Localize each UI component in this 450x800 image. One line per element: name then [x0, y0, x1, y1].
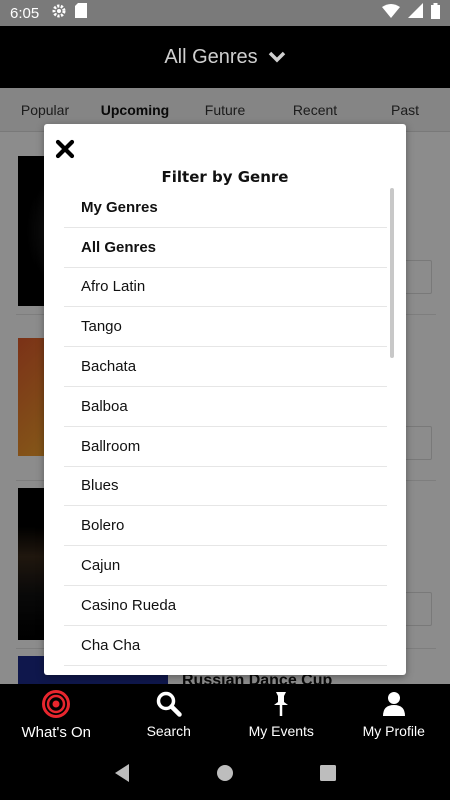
genre-item-casino-rueda[interactable]: Casino Rueda [64, 586, 387, 626]
target-icon [42, 689, 71, 721]
genre-item-tango[interactable]: Tango [64, 307, 387, 348]
back-icon[interactable] [110, 761, 134, 785]
genre-item-all-genres[interactable]: All Genres [64, 228, 387, 268]
nav-my-events[interactable]: My Events [225, 684, 338, 746]
wifi-icon [382, 3, 400, 23]
genre-item-my-genres[interactable]: My Genres [64, 188, 387, 228]
search-icon [156, 691, 182, 720]
sd-card-icon [75, 3, 88, 23]
genre-list: My Genres All Genres Afro Latin Tango Ba… [64, 188, 387, 666]
signal-icon [408, 3, 423, 23]
system-navigation-bar [0, 746, 450, 800]
nav-whats-on[interactable]: What's On [0, 684, 113, 746]
genre-item-afro-latin[interactable]: Afro Latin [64, 268, 387, 308]
genre-dropdown-header[interactable]: All Genres [0, 26, 450, 88]
close-icon[interactable] [54, 138, 76, 160]
dialog-title: Filter by Genre [161, 168, 289, 186]
gear-icon [51, 3, 67, 24]
nav-my-profile[interactable]: My Profile [338, 684, 450, 746]
pin-icon [270, 691, 292, 720]
genre-item-bolero[interactable]: Bolero [64, 506, 387, 547]
recents-icon[interactable] [316, 761, 340, 785]
nav-label: What's On [21, 723, 92, 741]
genre-filter-dialog: Filter by Genre My Genres All Genres Afr… [44, 124, 406, 675]
genre-item-cajun[interactable]: Cajun [64, 546, 387, 586]
genre-item-bachata[interactable]: Bachata [64, 347, 387, 387]
genre-item-balboa[interactable]: Balboa [64, 387, 387, 427]
chevron-down-icon [268, 51, 286, 63]
genre-item-ballroom[interactable]: Ballroom [64, 427, 387, 467]
battery-icon [431, 2, 440, 24]
genre-item-cha-cha[interactable]: Cha Cha [64, 626, 387, 666]
bottom-navigation: What's On Search My Events My Profile [0, 684, 450, 746]
home-icon[interactable] [213, 761, 237, 785]
person-icon [382, 691, 406, 720]
scrollbar[interactable] [390, 188, 394, 358]
status-bar: 6:05 [0, 0, 450, 26]
page-title: All Genres [164, 45, 258, 68]
nav-search[interactable]: Search [113, 684, 226, 746]
status-time: 6:05 [10, 4, 40, 22]
genre-item-blues[interactable]: Blues [64, 467, 387, 507]
nav-label: My Events [248, 723, 314, 739]
nav-label: My Profile [362, 723, 425, 739]
nav-label: Search [146, 723, 191, 739]
